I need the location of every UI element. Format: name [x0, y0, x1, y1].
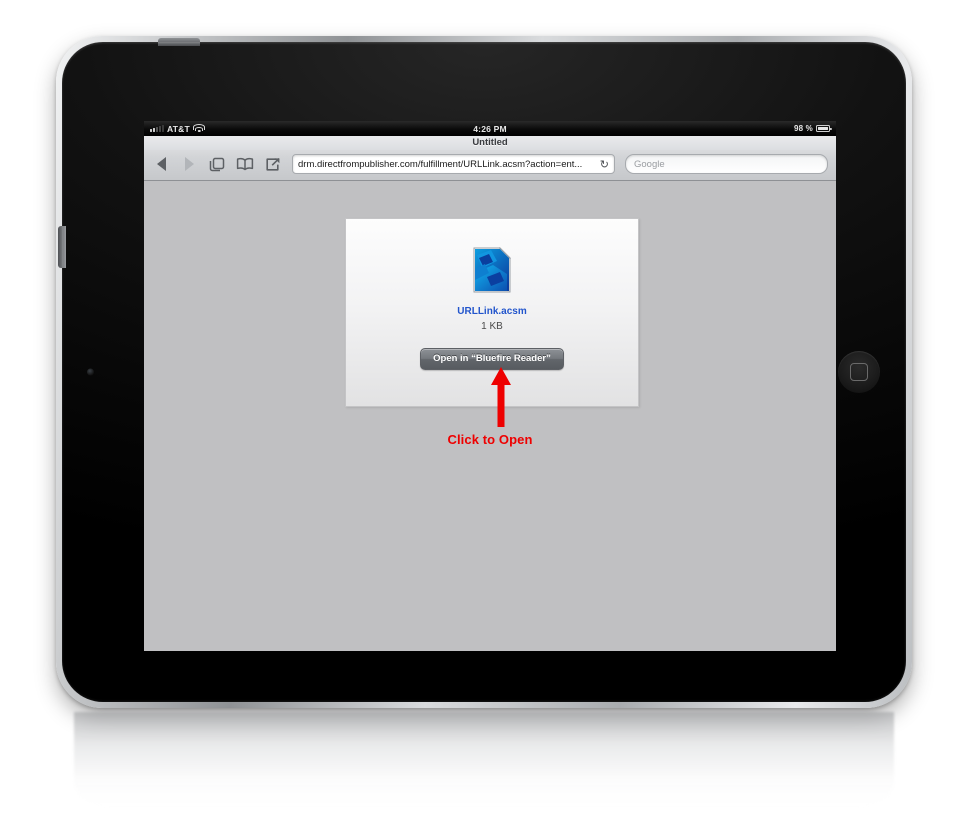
address-bar-url: drm.directfrompublisher.com/fulfillment/…	[298, 158, 583, 170]
forward-arrow-icon[interactable]	[180, 156, 198, 172]
bookmarks-book-icon[interactable]	[236, 156, 254, 172]
up-arrow-annotation-icon	[490, 367, 512, 427]
file-name-link[interactable]: URLLink.acsm	[457, 306, 526, 317]
power-button[interactable]	[158, 38, 200, 46]
browser-toolbar: drm.directfrompublisher.com/fulfillment/…	[144, 150, 836, 180]
home-button[interactable]	[838, 351, 880, 393]
carrier-label: AT&T	[167, 123, 190, 134]
status-bar-right: 98 %	[793, 124, 832, 133]
status-time: 4:26 PM	[473, 123, 507, 134]
download-card: URLLink.acsm 1 KB Open in “Bluefire Read…	[345, 218, 639, 407]
page-title: Untitled	[144, 136, 836, 150]
home-button-glyph-icon	[850, 363, 868, 381]
open-in-bluefire-reader-button[interactable]: Open in “Bluefire Reader”	[420, 348, 564, 370]
battery-fill	[818, 127, 828, 130]
file-size-label: 1 KB	[481, 321, 503, 332]
status-bar: AT&T 4:26 PM 98 %	[144, 121, 836, 136]
search-input[interactable]: Google	[625, 154, 828, 174]
device-body: AT&T 4:26 PM 98 % Untitled drm.directfro…	[58, 38, 906, 702]
acsm-document-icon	[473, 246, 512, 293]
wifi-icon	[193, 124, 206, 133]
signal-bars-icon	[150, 125, 164, 132]
battery-icon	[816, 125, 832, 132]
tabs-pages-icon[interactable]	[208, 156, 226, 172]
share-action-icon[interactable]	[264, 156, 282, 172]
device-screen: AT&T 4:26 PM 98 % Untitled drm.directfro…	[144, 121, 836, 651]
ipad-device: AT&T 4:26 PM 98 % Untitled drm.directfro…	[56, 36, 912, 708]
address-bar[interactable]: drm.directfrompublisher.com/fulfillment/…	[292, 154, 615, 174]
volume-button[interactable]	[58, 226, 66, 268]
device-reflection	[74, 712, 894, 808]
front-camera	[87, 368, 94, 376]
back-arrow-icon[interactable]	[152, 156, 170, 172]
page-viewport: URLLink.acsm 1 KB Open in “Bluefire Read…	[144, 181, 836, 651]
browser-chrome: Untitled drm.directfrompublisher.com/ful…	[144, 136, 836, 181]
search-placeholder: Google	[634, 158, 665, 170]
battery-percent-label: 98 %	[793, 124, 813, 133]
annotation-label: Click to Open	[447, 432, 533, 447]
reload-icon[interactable]: ↻	[600, 158, 609, 171]
